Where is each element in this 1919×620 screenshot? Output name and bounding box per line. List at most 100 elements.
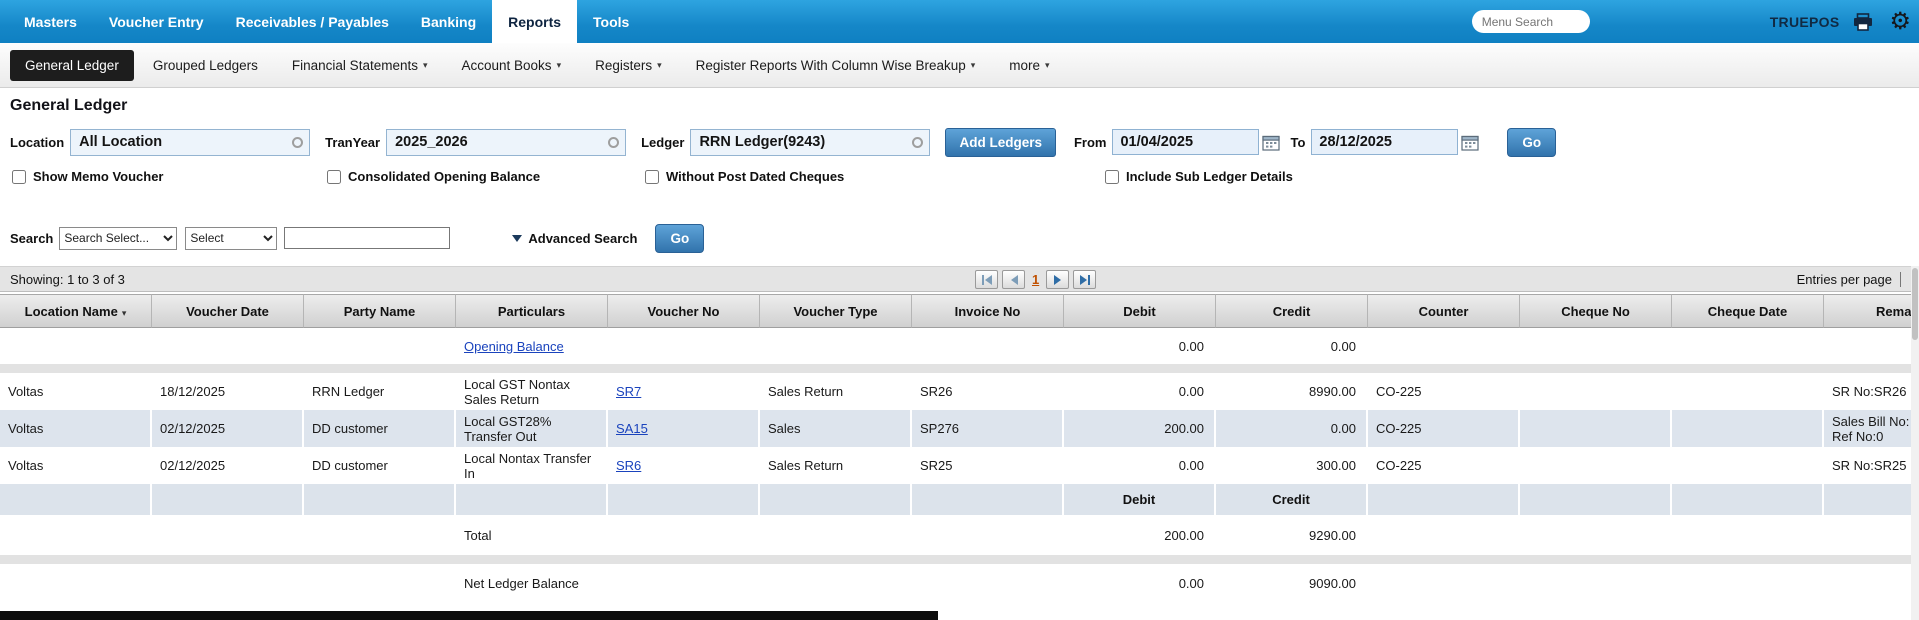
col-header-particulars[interactable]: Particulars (456, 294, 608, 328)
scrollbar-thumb[interactable] (1912, 268, 1918, 340)
to-date-input[interactable] (1311, 129, 1458, 155)
nav-item-receivables-payables[interactable]: Receivables / Payables (220, 0, 405, 43)
next-page-button[interactable] (1046, 270, 1069, 289)
chevron-down-icon: ▾ (423, 60, 428, 71)
col-header-remarks[interactable]: Remarks (1824, 294, 1911, 328)
col-header-debit[interactable]: Debit (1064, 294, 1216, 328)
cell-cheque-no (1520, 410, 1672, 447)
voucher-no-link[interactable]: SR6 (616, 458, 641, 473)
last-page-button[interactable] (1073, 270, 1096, 289)
location-input[interactable] (70, 129, 310, 156)
table-row: Voltas 02/12/2025 DD customer Local Nont… (0, 447, 1911, 484)
filter-go-button[interactable]: Go (1507, 128, 1556, 157)
print-icon[interactable] (1853, 13, 1873, 31)
previous-page-button[interactable] (1002, 270, 1025, 289)
tranyear-input[interactable] (386, 129, 626, 156)
tab-financial-statements[interactable]: Financial Statements ▾ (277, 50, 443, 81)
add-ledgers-button[interactable]: Add Ledgers (945, 128, 1056, 157)
advanced-search-toggle[interactable]: Advanced Search (512, 231, 637, 246)
cell-credit: 300.00 (1216, 447, 1368, 484)
col-header-cheque-date[interactable]: Cheque Date (1672, 294, 1824, 328)
search-field-select[interactable]: Search Select... (59, 227, 177, 250)
first-page-button[interactable] (975, 270, 998, 289)
nav-item-voucher-entry[interactable]: Voucher Entry (93, 0, 220, 43)
nav-item-reports[interactable]: Reports (492, 0, 577, 43)
without-post-dated-cheques-checkbox[interactable] (645, 170, 659, 184)
cell-party: DD customer (304, 410, 456, 447)
voucher-no-link[interactable]: SR7 (616, 384, 641, 399)
voucher-no-link[interactable]: SA15 (616, 421, 648, 436)
menu-search-input[interactable] (1472, 10, 1590, 33)
tab-grouped-ledgers[interactable]: Grouped Ledgers (138, 50, 273, 81)
show-memo-voucher-option: Show Memo Voucher (12, 169, 164, 184)
col-header-location-name[interactable]: Location Name▾ (0, 294, 152, 328)
tab-registers[interactable]: Registers ▾ (580, 50, 677, 81)
col-header-invoice-no[interactable]: Invoice No (912, 294, 1064, 328)
vertical-scrollbar[interactable] (1911, 266, 1919, 620)
general-ledger-table: Location Name▾ Voucher Date Party Name P… (0, 294, 1911, 602)
nav-item-tools[interactable]: Tools (577, 0, 645, 43)
search-go-button[interactable]: Go (655, 224, 704, 253)
chevron-down-icon: ▾ (1045, 60, 1050, 71)
consolidated-opening-balance-checkbox[interactable] (327, 170, 341, 184)
col-header-voucher-no[interactable]: Voucher No (608, 294, 760, 328)
col-header-credit[interactable]: Credit (1216, 294, 1368, 328)
cell-credit: 8990.00 (1216, 373, 1368, 410)
tab-label: Registers (595, 58, 652, 73)
col-header-voucher-date[interactable]: Voucher Date (152, 294, 304, 328)
tab-register-reports-columnwise[interactable]: Register Reports With Column Wise Breaku… (681, 50, 991, 81)
from-date-input[interactable] (1112, 129, 1259, 155)
cell-debit: 0.00 (1064, 373, 1216, 410)
cell-voucher-date: 02/12/2025 (152, 410, 304, 447)
cell-location: Voltas (0, 373, 152, 410)
cell-debit: 200.00 (1064, 410, 1216, 447)
ledger-label: Ledger (641, 135, 684, 150)
page-title: General Ledger (10, 97, 1919, 115)
cell-location: Voltas (0, 447, 152, 484)
settings-gear-icon[interactable]: ⚙ (1889, 10, 1911, 34)
cell-party: RRN Ledger (304, 373, 456, 410)
search-row: Search Search Select... Select Advanced … (10, 225, 1919, 251)
to-calendar-icon[interactable] (1461, 134, 1479, 151)
cell-invoice-no: SP276 (912, 410, 1064, 447)
sort-arrow-icon: ▾ (122, 308, 127, 318)
include-sub-ledger-details-checkbox[interactable] (1105, 170, 1119, 184)
cell-particulars: Local GST28% Transfer Out (456, 410, 608, 447)
col-header-cheque-no[interactable]: Cheque No (1520, 294, 1672, 328)
brand-logo: TRUEPOS (1770, 14, 1840, 30)
from-calendar-icon[interactable] (1262, 134, 1280, 151)
table-row: Voltas 18/12/2025 RRN Ledger Local GST N… (0, 373, 1911, 410)
search-label: Search (10, 231, 53, 246)
cell-invoice-no: SR26 (912, 373, 1064, 410)
ledger-lookup-icon[interactable] (912, 137, 923, 148)
results-status-bar: Showing: 1 to 3 of 3 1 Entries per page (0, 266, 1919, 292)
tab-more[interactable]: more ▾ (994, 50, 1064, 81)
location-lookup-icon[interactable] (292, 137, 303, 148)
summary-header-row: Debit Credit (0, 484, 1911, 515)
col-header-counter[interactable]: Counter (1368, 294, 1520, 328)
search-input[interactable] (284, 227, 450, 249)
tab-general-ledger[interactable]: General Ledger (10, 50, 134, 81)
nav-item-banking[interactable]: Banking (405, 0, 492, 43)
ledger-table-container: Location Name▾ Voucher Date Party Name P… (0, 294, 1911, 602)
col-header-voucher-type[interactable]: Voucher Type (760, 294, 912, 328)
cell-cheque-no (1520, 447, 1672, 484)
search-condition-select[interactable]: Select (185, 227, 277, 250)
without-post-dated-cheques-option: Without Post Dated Cheques (645, 169, 844, 184)
tab-label: more (1009, 58, 1040, 73)
net-credit: 9090.00 (1216, 564, 1368, 602)
cell-remarks: SR No:SR25 (1824, 447, 1911, 484)
tab-label: General Ledger (25, 58, 119, 73)
nav-item-masters[interactable]: Masters (8, 0, 93, 43)
cell-counter: CO-225 (1368, 447, 1520, 484)
col-header-party-name[interactable]: Party Name (304, 294, 456, 328)
ledger-input[interactable] (690, 129, 930, 156)
cell-location: Voltas (0, 410, 152, 447)
tab-account-books[interactable]: Account Books ▾ (447, 50, 577, 81)
current-page-number[interactable]: 1 (1032, 272, 1039, 287)
checkbox-label: Include Sub Ledger Details (1126, 169, 1293, 184)
opening-balance-link[interactable]: Opening Balance (464, 339, 564, 354)
table-header-row: Location Name▾ Voucher Date Party Name P… (0, 294, 1911, 328)
show-memo-voucher-checkbox[interactable] (12, 170, 26, 184)
tranyear-lookup-icon[interactable] (608, 137, 619, 148)
